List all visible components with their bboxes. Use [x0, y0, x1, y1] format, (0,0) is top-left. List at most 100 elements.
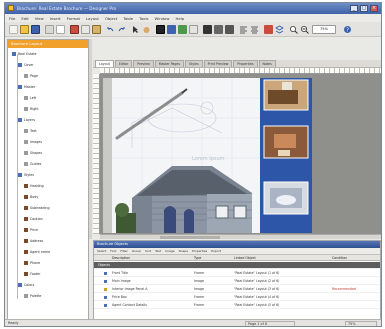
tree-item[interactable]: Caption — [24, 216, 43, 222]
tree-item[interactable]: Heading — [24, 183, 44, 189]
copy-icon[interactable] — [81, 25, 90, 34]
text-tool-icon[interactable] — [156, 25, 165, 34]
tab-layout[interactable]: Layout — [95, 60, 114, 67]
column-description[interactable]: Description — [112, 255, 130, 261]
tab-properties[interactable]: Properties — [233, 60, 258, 67]
objects-toolbar-shape[interactable]: Shape — [179, 249, 188, 253]
close-button[interactable]: × — [370, 5, 378, 12]
tree-item[interactable]: Address — [24, 238, 43, 244]
objects-toolbar-text[interactable]: Text — [155, 249, 161, 253]
image-tool-icon[interactable] — [167, 25, 176, 34]
tab-preview[interactable]: Preview — [133, 60, 154, 67]
bold-icon[interactable] — [203, 25, 212, 34]
tree-item[interactable]: Price — [24, 227, 38, 233]
title-bar[interactable]: Brochure: Real Estate Brochure — Designe… — [5, 3, 381, 14]
cut-icon[interactable] — [70, 25, 79, 34]
shape-tool-icon[interactable] — [178, 25, 187, 34]
horizontal-scrollbar[interactable] — [100, 234, 381, 239]
minimize-button[interactable]: _ — [350, 5, 358, 12]
undo-icon[interactable] — [106, 25, 115, 34]
objects-panel-header[interactable]: Brochure Objects — [94, 241, 380, 248]
object-row[interactable]: Front Title Frame "Real Estate" Layout (1 … — [94, 270, 380, 277]
objects-toolbar-image[interactable]: Image — [165, 249, 174, 253]
tab-styles[interactable]: Styles — [184, 60, 203, 67]
open-folder-icon[interactable] — [20, 25, 29, 34]
align-left-icon[interactable] — [239, 25, 248, 34]
save-icon[interactable] — [31, 25, 40, 34]
maximize-button[interactable]: □ — [360, 5, 368, 12]
italic-icon[interactable] — [214, 25, 223, 34]
paste-icon[interactable] — [92, 25, 101, 34]
tree-item[interactable]: Right — [24, 106, 39, 112]
tree-item[interactable]: Cover — [18, 62, 34, 68]
layers-icon[interactable] — [275, 25, 284, 34]
design-canvas[interactable]: Lorem Ipsum — [100, 74, 381, 234]
menu-view[interactable]: View — [35, 16, 44, 21]
new-icon[interactable] — [9, 25, 18, 34]
print-icon[interactable] — [45, 25, 54, 34]
objects-group-row[interactable]: Objects — [94, 262, 380, 269]
table-tool-icon[interactable] — [189, 25, 198, 34]
zoom-in-icon[interactable] — [289, 25, 298, 34]
brochure-page[interactable]: Lorem Ipsum — [112, 78, 312, 233]
tab-print-preview[interactable]: Print Preview — [203, 60, 233, 67]
help-icon[interactable]: ? — [343, 25, 352, 34]
tab-notes[interactable]: Notes — [258, 60, 276, 67]
objects-toolbar-export[interactable]: Export — [211, 249, 221, 253]
hand-icon[interactable] — [142, 25, 151, 34]
object-row[interactable]: Agent Contact Details Frame "Real Estate" … — [94, 302, 380, 309]
menu-tools[interactable]: Tools — [139, 16, 148, 21]
tree-panel-header[interactable]: Brochure Layout — [8, 40, 88, 48]
tree-item[interactable]: Colors — [18, 282, 34, 288]
column-condition[interactable]: Condition — [332, 255, 347, 261]
objects-toolbar-properties[interactable]: Properties — [192, 249, 207, 253]
tree-item[interactable]: Subheading — [24, 205, 50, 211]
scrollbar-thumb[interactable] — [160, 236, 220, 239]
tree-item[interactable]: Layers — [18, 117, 35, 123]
tab-editor[interactable]: Editor — [114, 60, 133, 67]
objects-toolbar-select[interactable]: Select — [97, 249, 106, 253]
color-picker-icon[interactable] — [264, 25, 273, 34]
splitter[interactable] — [89, 39, 92, 239]
menu-file[interactable]: File — [9, 16, 15, 21]
tree-item[interactable]: Master — [18, 84, 35, 90]
menu-format[interactable]: Format — [67, 16, 80, 21]
tree-item[interactable]: Styles — [18, 172, 34, 178]
objects-toolbar-sort[interactable]: Sort — [145, 249, 151, 253]
pointer-icon[interactable] — [131, 25, 140, 34]
tree-item[interactable]: Shapes — [24, 150, 42, 156]
menu-window[interactable]: Window — [155, 16, 170, 21]
align-center-icon[interactable] — [250, 25, 259, 34]
menu-edit[interactable]: Edit — [21, 16, 28, 21]
menu-layout[interactable]: Layout — [86, 16, 99, 21]
menu-insert[interactable]: Insert — [50, 16, 61, 21]
redo-icon[interactable] — [117, 25, 126, 34]
tree-item[interactable]: Page — [24, 73, 38, 79]
menu-object[interactable]: Object — [105, 16, 117, 21]
object-row[interactable]: Main Image Image "Real Estate" Layout (2 o… — [94, 278, 380, 285]
tree-item[interactable]: Guides — [24, 161, 41, 167]
objects-toolbar-filter[interactable]: Filter — [120, 249, 127, 253]
tree-item[interactable]: Real Estate — [12, 51, 37, 57]
column-type[interactable]: Type — [194, 255, 201, 261]
underline-icon[interactable] — [225, 25, 234, 34]
tree-item[interactable]: Images — [24, 139, 42, 145]
tree-item[interactable]: Text — [24, 128, 37, 134]
zoom-out-icon[interactable] — [300, 25, 309, 34]
object-row[interactable]: Price Box Frame "Real Estate" Layout (4 of… — [94, 294, 380, 301]
objects-toolbar-find[interactable]: Find — [110, 249, 116, 253]
print-preview-icon[interactable] — [56, 25, 65, 34]
menu-table[interactable]: Table — [123, 16, 133, 21]
objects-toolbar-group[interactable]: Group — [132, 249, 141, 253]
tab-master-pages[interactable]: Master Pages — [154, 60, 184, 67]
object-row[interactable]: Interior Image Panel A Image "Real Estate"… — [94, 286, 380, 293]
column-linked-object[interactable]: Linked Object — [234, 255, 256, 261]
tree-item[interactable]: Palette — [24, 293, 41, 299]
tree-item[interactable]: Phone — [24, 260, 40, 266]
zoom-select[interactable]: 75% — [312, 25, 336, 34]
tree-item[interactable]: Body — [24, 194, 38, 200]
tree-item[interactable]: Footer — [24, 271, 41, 277]
menu-help[interactable]: Help — [175, 16, 184, 21]
tree-item[interactable]: Agent name — [24, 249, 50, 255]
tree-item[interactable]: Left — [24, 95, 36, 101]
